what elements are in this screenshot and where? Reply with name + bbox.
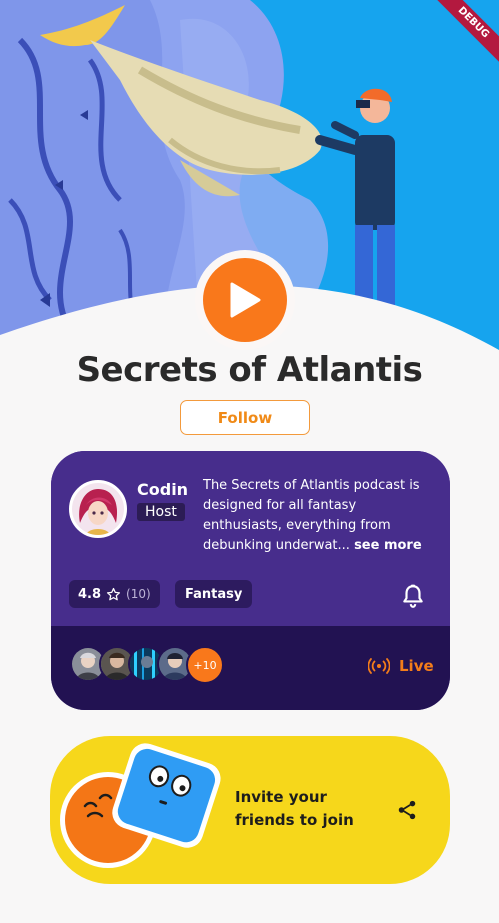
play-button[interactable] [195, 250, 295, 350]
play-button-circle [203, 258, 287, 342]
follow-button[interactable]: Follow [180, 400, 310, 435]
invite-line-2: friends to join [235, 811, 354, 829]
genre-chip[interactable]: Fantasy [175, 580, 253, 608]
live-indicator[interactable]: Live [368, 657, 434, 675]
play-icon [230, 282, 261, 318]
host-avatar-image [72, 483, 124, 535]
rating-value: 4.8 [78, 586, 102, 602]
share-icon[interactable] [396, 799, 418, 821]
invite-friends-card[interactable]: Invite your friends to join [50, 736, 450, 884]
bell-icon[interactable] [400, 583, 426, 609]
rating-count: (10) [126, 587, 151, 601]
star-outline-icon [106, 587, 121, 600]
podcast-info-card: Codin Host The Secrets of Atlantis podca… [51, 451, 450, 710]
host-avatar[interactable] [69, 480, 127, 538]
see-more-link[interactable]: see more [354, 538, 422, 553]
rating-chip[interactable]: 4.8 (10) [69, 580, 160, 608]
listeners-more-count: +10 [186, 646, 224, 684]
broadcast-icon [368, 658, 390, 674]
host-role-badge: Host [137, 503, 185, 521]
invite-line-1: Invite your [235, 788, 327, 806]
listeners-avatars[interactable]: +10 [70, 646, 230, 684]
live-label: Live [399, 657, 434, 675]
invite-text: Invite your friends to join [235, 786, 354, 832]
host-name: Codin [137, 480, 189, 499]
podcast-description: The Secrets of Atlantis podcast is desig… [203, 476, 438, 556]
podcast-title: Secrets of Atlantis [76, 350, 423, 390]
invite-characters-illustration [60, 743, 221, 868]
